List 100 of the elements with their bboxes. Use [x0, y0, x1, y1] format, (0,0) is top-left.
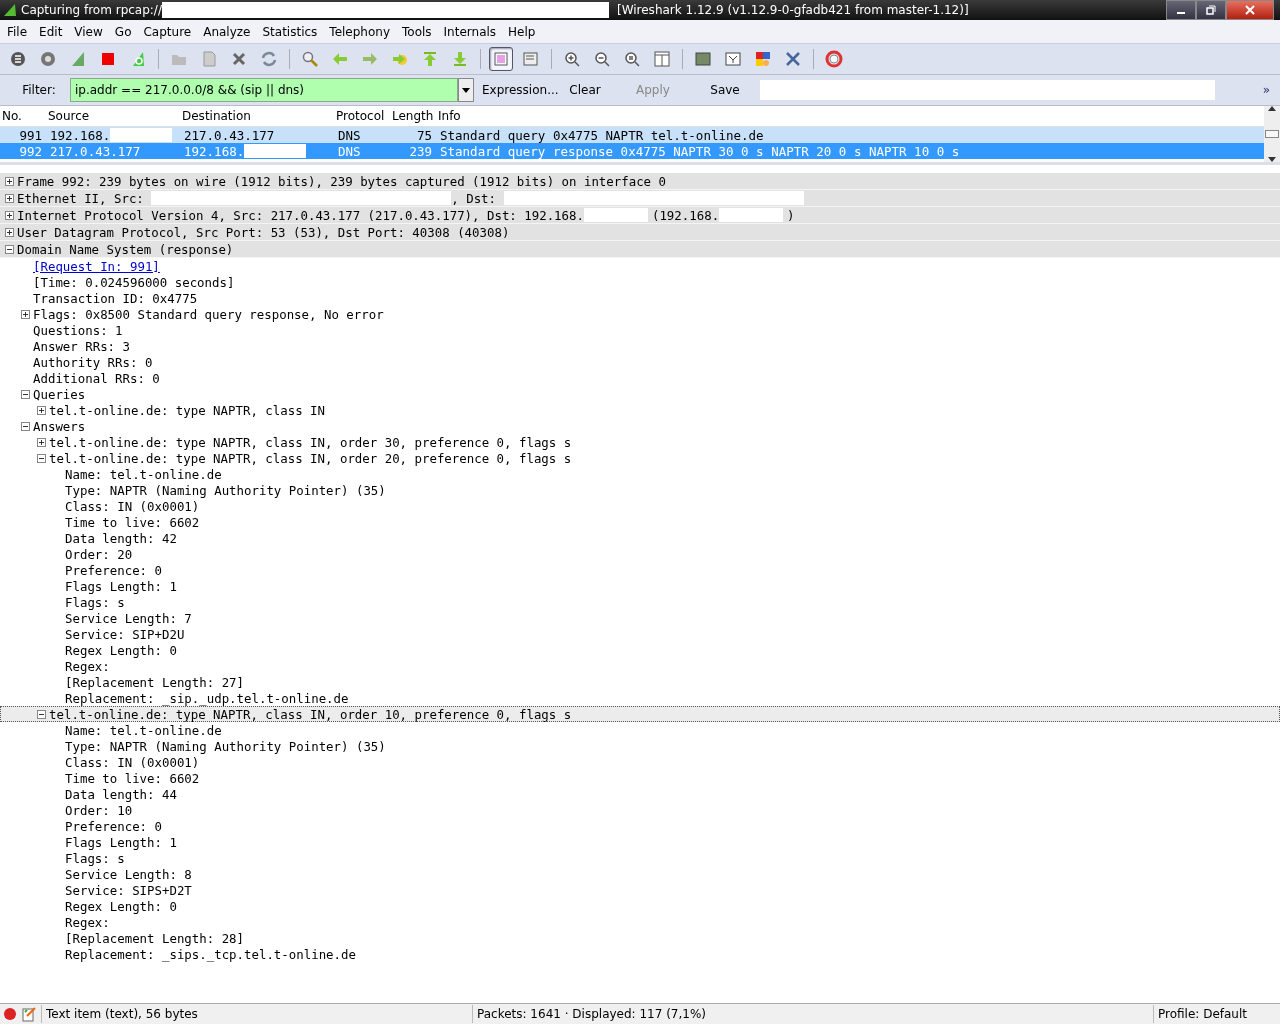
tree-text: Preference: 0: [65, 562, 162, 578]
menu-item[interactable]: Internals: [436, 25, 502, 39]
tree-text: Service: SIPS+D2T: [65, 882, 192, 898]
tree-text: Replacement: _sip._udp.tel.t-online.de: [65, 690, 349, 706]
tree-text: Type: NAPTR (Naming Authority Pointer) (35): [65, 738, 386, 754]
tree-text: Regex:: [65, 658, 110, 674]
tree-text: Regex Length: 0: [65, 898, 177, 914]
tree-text: tel.t-online.de: type NAPTR, class IN, order 20, preference 0, flags s: [49, 450, 572, 466]
restore-button[interactable]: [1196, 0, 1226, 20]
filter-button[interactable]: Save: [690, 79, 760, 101]
tree-text: Data length: 44: [65, 786, 177, 802]
dropdown-button[interactable]: [458, 78, 474, 102]
expand-icon[interactable]: [21, 309, 30, 319]
tree-text: Type: NAPTR (Naming Authority Pointer) (35): [65, 482, 386, 498]
collapse-icon[interactable]: [5, 244, 14, 254]
tree-text: ): [787, 207, 795, 223]
tree-text: tel.t-online.de: type NAPTR, class IN, order 30, preference 0, flags s: [49, 434, 572, 450]
scrollbar[interactable]: [1264, 106, 1280, 162]
minimize-button[interactable]: [1166, 0, 1196, 20]
tree-text: Service Length: 8: [65, 866, 192, 882]
request-link[interactable]: [Request In: 991]: [33, 258, 160, 274]
fin-icon: [3, 3, 17, 17]
tree-text: Authority RRs: 0: [33, 354, 153, 370]
tree-text: Service Length: 7: [65, 610, 192, 626]
packet-row[interactable]: 991 192.168. 217.0.43.177 DNS 75 Standard query 0x4775 NAPTR tel.t-online.de: [0, 127, 1264, 143]
menu-item[interactable]: View: [67, 25, 108, 39]
collapse-icon[interactable]: [37, 709, 46, 719]
column-header[interactable]: Length: [390, 109, 436, 123]
minimize-icon: [1177, 12, 1185, 14]
menu-item[interactable]: Analyze: [196, 25, 256, 39]
close-icon: [1245, 5, 1255, 15]
scroll-down-icon[interactable]: [1268, 157, 1276, 162]
menu-item[interactable]: Help: [501, 25, 541, 39]
tree-text: Regex:: [65, 914, 110, 930]
tree-text: Order: 20: [65, 546, 133, 562]
tree-text: Frame 992: 239 bytes on wire (1912 bits), 239 bytes captured (1912 bits) on interface 0: [17, 173, 666, 189]
menu-item[interactable]: Statistics: [255, 25, 323, 39]
tree-text: [Replacement Length: 27]: [65, 674, 245, 690]
tree-text: [Replacement Length: 28]: [65, 930, 245, 946]
column-header[interactable]: Protocol: [334, 109, 390, 123]
expand-icon[interactable]: [5, 227, 14, 237]
expand-icon[interactable]: [5, 193, 14, 203]
tree-text: Data length: 42: [65, 530, 177, 546]
column-header[interactable]: Info: [436, 109, 1264, 123]
tree-text: Answer RRs: 3: [33, 338, 130, 354]
tree-text: Replacement: _sips._tcp.tel.t-online.de: [65, 946, 356, 962]
tree-text: Questions: 1: [33, 322, 123, 338]
tree-text: Queries: [33, 386, 86, 402]
scroll-thumb[interactable]: [1265, 130, 1279, 138]
window-title: Capturing from rpcap://: [21, 3, 162, 17]
tree-text: Domain Name System (response): [17, 241, 234, 257]
tree-text: Flags: 0x8500 Standard query response, No error: [33, 306, 384, 322]
tree-text: Class: IN (0x0001): [65, 754, 200, 770]
tree-text: Internet Protocol Version 4, Src: 217.0.43.177 (217.0.43.177), Dst: 192.168.: [17, 207, 584, 223]
window-title: [Wireshark 1.12.9 (v1.12.9-0-gfadb421 from master-1.12)]: [616, 3, 969, 17]
collapse-icon[interactable]: [37, 453, 46, 463]
expand-icon[interactable]: [37, 405, 46, 415]
tree-text: Answers: [33, 418, 86, 434]
status-text: Text item (text), 56 bytes: [46, 1007, 198, 1021]
profile-label[interactable]: Profile: Default: [1158, 1007, 1247, 1021]
tree-text: Class: IN (0x0001): [65, 498, 200, 514]
tree-text: Name: tel.t-online.de: [65, 466, 222, 482]
colorize-icon[interactable]: [489, 47, 513, 71]
expand-icon[interactable]: [5, 176, 14, 186]
menu-item[interactable]: Go: [107, 25, 137, 39]
collapse-icon[interactable]: [21, 421, 30, 431]
edit-icon[interactable]: [21, 1006, 37, 1022]
menu-item[interactable]: Capture: [136, 25, 197, 39]
tree-text: [Time: 0.024596000 seconds]: [33, 274, 235, 290]
expand-icon[interactable]: [5, 210, 14, 220]
tree-text: tel.t-online.de: type NAPTR, class IN, order 10, preference 0, flags s: [49, 706, 572, 722]
record-icon[interactable]: [3, 1007, 17, 1021]
menu-item[interactable]: Telephony: [322, 25, 395, 39]
collapse-icon[interactable]: [21, 389, 30, 399]
column-header[interactable]: Destination: [180, 109, 334, 123]
packet-count: Packets: 1641 · Displayed: 117 (7,1%): [477, 1007, 706, 1021]
menu-item[interactable]: File: [0, 25, 33, 39]
tree-text: Order: 10: [65, 802, 133, 818]
filter-field[interactable]: ip.addr == 217.0.0.0/8 && (sip || dns): [70, 78, 458, 102]
more-button[interactable]: »: [1262, 83, 1280, 97]
tree-text: Name: tel.t-online.de: [65, 722, 222, 738]
column-header[interactable]: No.: [0, 109, 46, 123]
tree-text: Time to live: 6602: [65, 514, 200, 530]
filter-label: Filter:: [21, 83, 57, 97]
close-button[interactable]: [1226, 0, 1274, 20]
tree-text: Transaction ID: 0x4775: [33, 290, 198, 306]
tree-text: Flags Length: 1: [65, 834, 177, 850]
expand-icon[interactable]: [37, 437, 46, 447]
column-header[interactable]: Source: [46, 109, 180, 123]
tree-text: , Dst:: [451, 190, 498, 206]
tree-text: tel.t-online.de: type NAPTR, class IN: [49, 402, 325, 418]
tree-text: Flags: s: [65, 594, 125, 610]
tree-text: Preference: 0: [65, 818, 162, 834]
caret-icon: [462, 87, 470, 93]
tree-text: Regex Length: 0: [65, 642, 177, 658]
menu-item[interactable]: Tools: [395, 25, 437, 39]
tree-text: (192.168.: [651, 207, 720, 223]
tree-text: Service: SIP+D2U: [65, 626, 185, 642]
tree-text: Additional RRs: 0: [33, 370, 160, 386]
menu-item[interactable]: Edit: [32, 25, 68, 39]
